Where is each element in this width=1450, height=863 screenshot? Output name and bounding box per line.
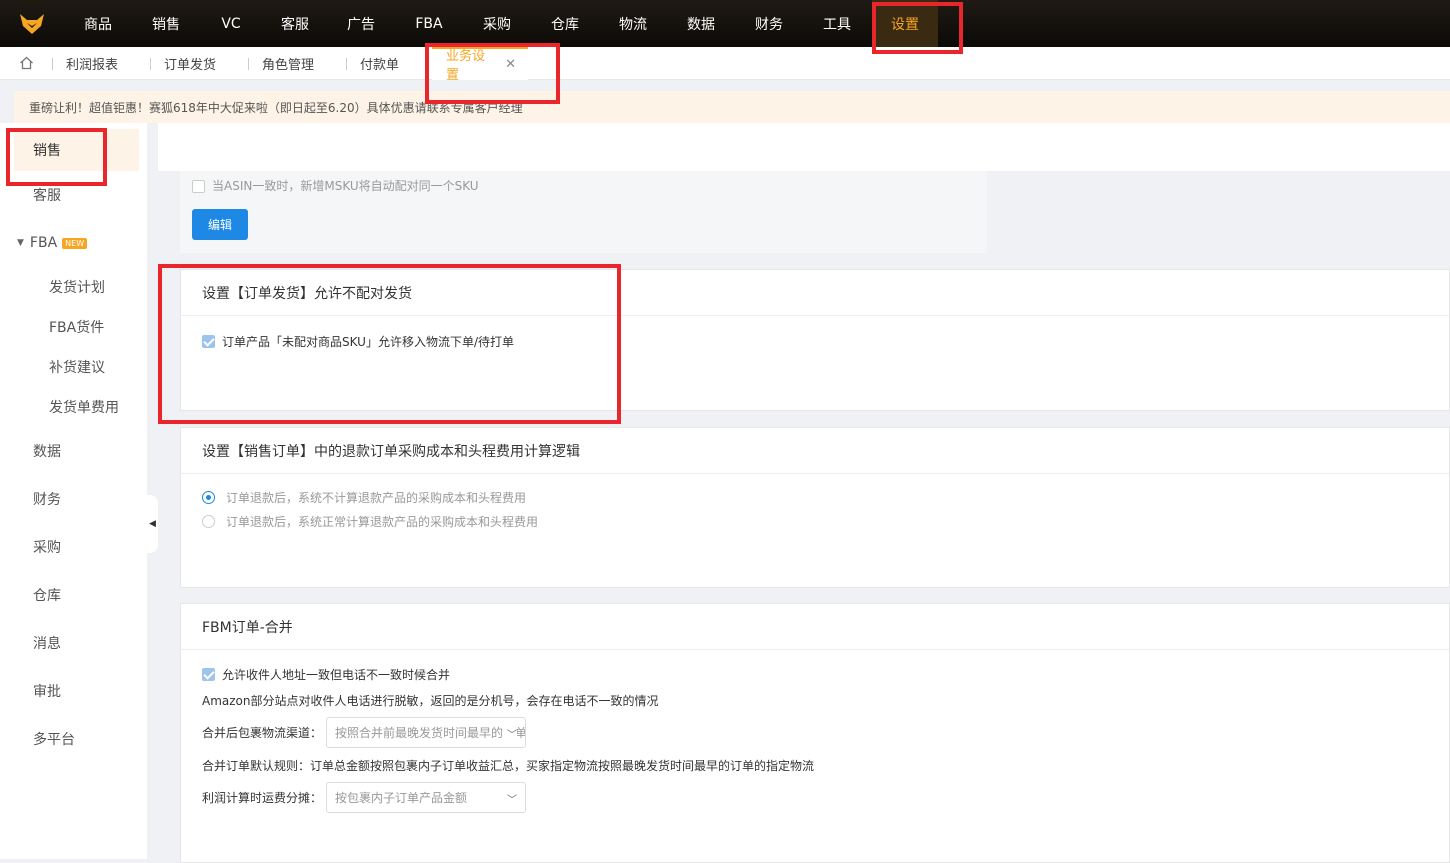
nav-item-data[interactable]: 数据 — [666, 0, 736, 47]
sidebar-item-fba[interactable]: ▼ FBA NEW — [0, 219, 147, 267]
refund-option-2-radio[interactable] — [202, 515, 215, 528]
collapse-sidebar-icon[interactable]: ◀ — [147, 495, 158, 553]
tab-payment-order[interactable]: 付款单 — [346, 47, 432, 80]
nav-item-sales[interactable]: 销售 — [132, 0, 200, 47]
freight-row: 利润计算时运费分摊： 按包裹内子订单产品金额 ﹀ — [181, 782, 1449, 813]
asin-settings-box: 当ASIN一致时，新增MSKU将自动配对同一个SKU 编辑 — [180, 171, 987, 253]
tab-bar: 利润报表 订单发货 角色管理 付款单 业务设置 ✕ — [0, 46, 1450, 83]
sidebar: 销售 客服 ▼ FBA NEW 发货计划 FBA货件 补货建议 发货单费用 数据… — [0, 123, 147, 859]
home-icon[interactable] — [0, 47, 52, 80]
channel-label: 合并后包裹物流渠道： — [202, 726, 323, 740]
fbm-merge-phone-row: 允许收件人地址一致但电话不一致时候合并 — [181, 666, 1449, 683]
edit-button[interactable]: 编辑 — [192, 209, 248, 240]
sidebar-item-label: FBA — [29, 235, 58, 251]
tab-separator — [248, 57, 249, 70]
chevron-down-icon: ﹀ — [503, 726, 518, 741]
sidebar-item-fba-shipment[interactable]: FBA货件 — [0, 307, 147, 347]
nav-item-fba[interactable]: FBA — [394, 0, 464, 47]
highlight-box-settings-nav — [872, 2, 963, 54]
channel-select[interactable]: 按照合并前最晚发货时间最早的订单 ﹀ — [326, 717, 527, 748]
tab-role-management[interactable]: 角色管理 — [248, 47, 346, 80]
tab-label: 订单发货 — [164, 57, 217, 73]
promo-banner: 重磅让利！超值钜惠！赛狐618年中大促来啦（即日起至6.20）具体优惠请联系专属… — [14, 91, 1450, 123]
select-value: 按包裹内子订单产品金额 — [335, 791, 468, 805]
sidebar-item-replenishment[interactable]: 补货建议 — [0, 347, 147, 387]
nav-item-ads[interactable]: 广告 — [328, 0, 394, 47]
caret-down-icon: ▼ — [17, 238, 24, 248]
tab-separator — [52, 57, 53, 70]
sidebar-item-shipping-plan[interactable]: 发货计划 — [0, 267, 147, 307]
refund-option-row: 订单退款后，系统不计算退款产品的采购成本和头程费用 — [181, 489, 1449, 506]
refund-cost-card: 设置【销售订单】中的退款订单采购成本和头程费用计算逻辑 订单退款后，系统不计算退… — [180, 427, 1450, 588]
sidebar-item-multi-platform[interactable]: 多平台 — [0, 715, 147, 763]
highlight-box-unmatched-card — [158, 264, 621, 424]
refund-option-row: 订单退款后，系统正常计算退款产品的采购成本和头程费用 — [181, 513, 1449, 530]
tab-label: 利润报表 — [66, 57, 119, 73]
asin-auto-match-row: 当ASIN一致时，新增MSKU将自动配对同一个SKU — [192, 177, 479, 194]
freight-select[interactable]: 按包裹内子订单产品金额 ﹀ — [326, 782, 527, 813]
nav-item-customer-service[interactable]: 客服 — [262, 0, 328, 47]
card-title: 设置【销售订单】中的退款订单采购成本和头程费用计算逻辑 — [181, 428, 1449, 474]
nav-item-warehouse[interactable]: 仓库 — [530, 0, 600, 47]
sidebar-item-approval[interactable]: 审批 — [0, 667, 147, 715]
new-badge: NEW — [62, 237, 88, 249]
card-top — [158, 123, 1450, 171]
top-navigation: 商品 销售 VC 客服 广告 FBA 采购 仓库 物流 数据 财务 工具 设置 — [0, 0, 1450, 47]
nav-item-vc[interactable]: VC — [200, 0, 262, 47]
refund-option-1-radio[interactable] — [202, 491, 215, 504]
nav-item-tools[interactable]: 工具 — [802, 0, 872, 47]
checkbox-label: 当ASIN一致时，新增MSKU将自动配对同一个SKU — [212, 179, 479, 193]
checkbox-label: 允许收件人地址一致但电话不一致时候合并 — [222, 668, 451, 682]
nav-item-finance[interactable]: 财务 — [736, 0, 802, 47]
phone-masking-note: Amazon部分站点对收件人电话进行脱敏，返回的是分机号，会存在电话不一致的情况 — [202, 694, 659, 708]
merge-rule-note: 合并订单默认规则：订单总金额按照包裹内子订单收益汇总，买家指定物流按照最晚发货时… — [202, 759, 815, 773]
sidebar-item-warehouse[interactable]: 仓库 — [0, 571, 147, 619]
tab-label: 角色管理 — [262, 57, 315, 73]
radio-label: 订单退款后，系统不计算退款产品的采购成本和头程费用 — [226, 491, 527, 505]
sidebar-item-messages[interactable]: 消息 — [0, 619, 147, 667]
nav-item-purchase[interactable]: 采购 — [464, 0, 530, 47]
sidebar-item-purchase[interactable]: 采购 — [0, 523, 147, 571]
tab-separator — [150, 57, 151, 70]
highlight-box-sales-sidebar — [6, 128, 107, 186]
sidebar-item-data[interactable]: 数据 — [0, 427, 147, 475]
channel-row: 合并后包裹物流渠道： 按照合并前最晚发货时间最早的订单 ﹀ — [181, 717, 1449, 748]
tab-profit-report[interactable]: 利润报表 — [52, 47, 150, 80]
asin-auto-match-checkbox[interactable] — [192, 180, 205, 193]
fbm-merge-card: FBM订单-合并 允许收件人地址一致但电话不一致时候合并 Amazon部分站点对… — [180, 603, 1450, 863]
freight-label: 利润计算时运费分摊： — [202, 791, 323, 805]
radio-label: 订单退款后，系统正常计算退款产品的采购成本和头程费用 — [226, 515, 539, 529]
tab-label: 付款单 — [360, 57, 400, 73]
sidebar-item-finance[interactable]: 财务 — [0, 475, 147, 523]
tab-order-shipping[interactable]: 订单发货 — [150, 47, 248, 80]
fox-logo-icon[interactable] — [0, 0, 64, 47]
chevron-down-icon: ﹀ — [503, 791, 518, 806]
highlight-box-business-settings-tab — [425, 43, 560, 104]
card-title: FBM订单-合并 — [181, 604, 1449, 650]
main-content: 当ASIN一致时，新增MSKU将自动配对同一个SKU 编辑 设置【订单发货】允许… — [158, 123, 1450, 863]
merge-different-phone-checkbox[interactable] — [202, 668, 215, 681]
select-value: 按照合并前最晚发货时间最早的订单 — [335, 726, 527, 740]
nav-item-goods[interactable]: 商品 — [64, 0, 132, 47]
tab-separator — [346, 57, 347, 70]
nav-item-logistics[interactable]: 物流 — [600, 0, 666, 47]
sidebar-item-shipping-cost[interactable]: 发货单费用 — [0, 387, 147, 427]
